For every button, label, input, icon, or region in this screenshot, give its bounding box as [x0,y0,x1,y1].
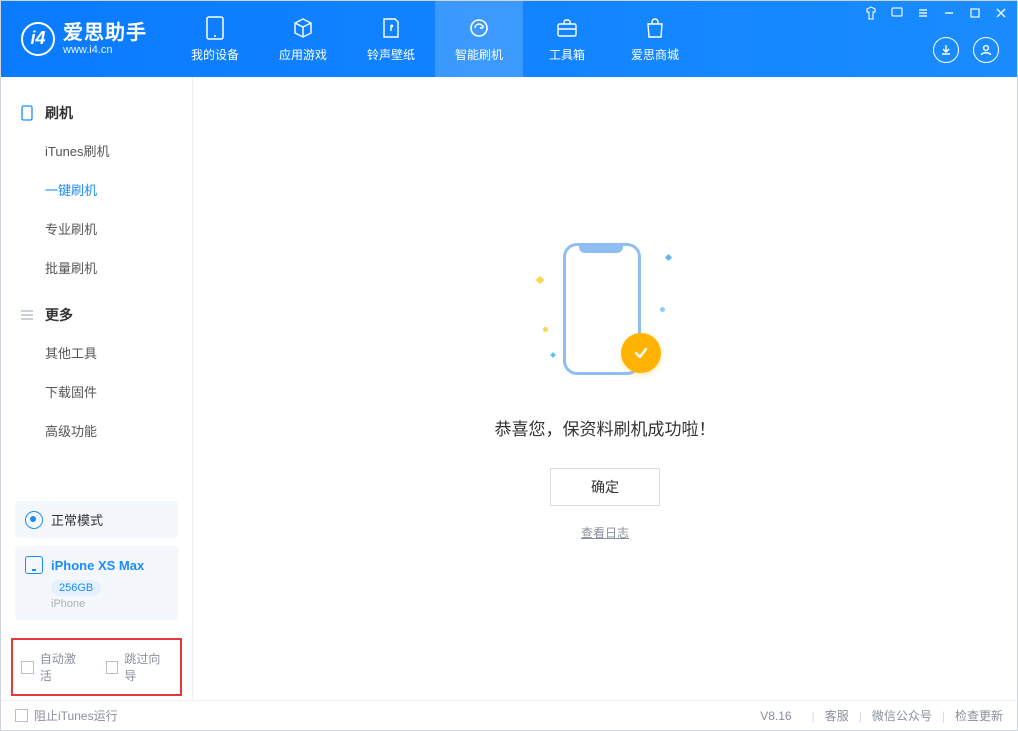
device-storage: 256GB [51,580,101,596]
sidebar-group-flash: 刷机 [1,95,192,131]
device-type: iPhone [51,598,168,610]
music-file-icon [379,16,403,40]
nav-store[interactable]: 爱思商城 [611,1,699,77]
sidebar-group-more: 更多 [1,297,192,333]
logo: i4 爱思助手 www.i4.cn [1,22,161,56]
phone-outline-icon [19,105,35,121]
version-label: V8.16 [760,709,791,723]
option-auto-activate[interactable]: 自动激活 [21,650,88,684]
flash-options: 自动激活 跳过向导 [11,638,182,696]
checkbox-icon [106,661,119,674]
sidebar-item-download-firmware[interactable]: 下载固件 [1,372,192,411]
close-button[interactable] [993,5,1009,21]
nav-ringtones[interactable]: 铃声壁纸 [347,1,435,77]
sidebar-item-advanced[interactable]: 高级功能 [1,411,192,450]
user-button[interactable] [973,37,999,63]
app-url: www.i4.cn [63,44,147,56]
footer-link-update[interactable]: 检查更新 [955,707,1003,724]
ok-button[interactable]: 确定 [550,468,660,506]
option-skip-guide[interactable]: 跳过向导 [106,650,173,684]
device-info[interactable]: iPhone XS Max 256GB iPhone [15,546,178,620]
success-illustration [545,237,665,387]
list-icon [19,307,35,323]
sidebar-item-pro-flash[interactable]: 专业刷机 [1,209,192,248]
bag-icon [643,16,667,40]
status-bar: 阻止iTunes运行 V8.16 | 客服 | 微信公众号 | 检查更新 [1,700,1017,730]
mode-indicator-icon [25,511,43,529]
view-log-link[interactable]: 查看日志 [581,524,629,541]
device-mode[interactable]: 正常模式 [15,501,178,538]
refresh-shield-icon [467,16,491,40]
success-message: 恭喜您，保资料刷机成功啦！ [495,415,716,440]
nav-flash[interactable]: 智能刷机 [435,1,523,77]
app-header: i4 爱思助手 www.i4.cn 我的设备 应用游戏 铃声壁纸 智能刷机 工具… [1,1,1017,77]
nav-toolbox[interactable]: 工具箱 [523,1,611,77]
minimize-button[interactable] [941,5,957,21]
footer-link-support[interactable]: 客服 [825,707,849,724]
logo-icon: i4 [21,22,55,56]
sidebar-item-itunes-flash[interactable]: iTunes刷机 [1,131,192,170]
menu-icon[interactable] [915,5,931,21]
cube-icon [291,16,315,40]
main-nav: 我的设备 应用游戏 铃声壁纸 智能刷机 工具箱 爱思商城 [171,1,699,77]
option-block-itunes[interactable]: 阻止iTunes运行 [15,707,118,724]
sidebar-item-oneclick-flash[interactable]: 一键刷机 [1,170,192,209]
feedback-icon[interactable] [889,5,905,21]
nav-my-device[interactable]: 我的设备 [171,1,259,77]
skin-icon[interactable] [863,5,879,21]
app-title: 爱思助手 [63,22,147,44]
nav-apps-games[interactable]: 应用游戏 [259,1,347,77]
maximize-button[interactable] [967,5,983,21]
sidebar: 刷机 iTunes刷机 一键刷机 专业刷机 批量刷机 更多 其他工具 下载固件 … [1,77,193,700]
sidebar-item-other-tools[interactable]: 其他工具 [1,333,192,372]
footer-link-wechat[interactable]: 微信公众号 [872,707,932,724]
phone-icon [203,16,227,40]
toolbox-icon [555,16,579,40]
checkbox-icon [15,709,28,722]
main-content: 恭喜您，保资料刷机成功啦！ 确定 查看日志 [193,77,1017,700]
header-actions [933,37,999,63]
device-phone-icon [25,556,43,574]
device-panel: 正常模式 iPhone XS Max 256GB iPhone [1,491,192,630]
window-controls [863,5,1009,21]
check-badge-icon [621,333,661,373]
device-name: iPhone XS Max [51,558,144,573]
checkbox-icon [21,661,34,674]
download-button[interactable] [933,37,959,63]
sidebar-item-batch-flash[interactable]: 批量刷机 [1,248,192,287]
